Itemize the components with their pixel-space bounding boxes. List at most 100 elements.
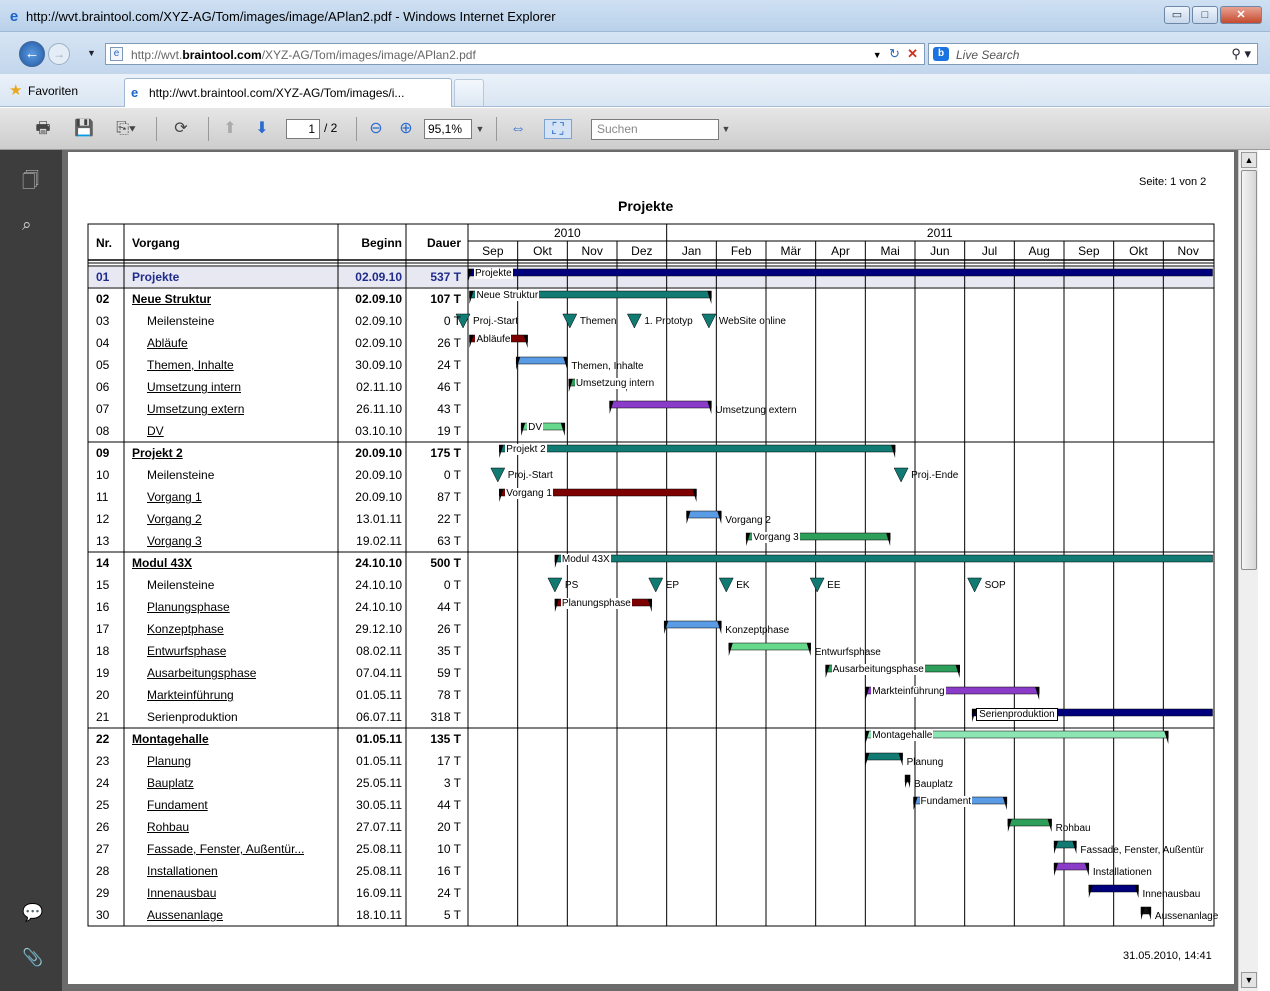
maximize-button[interactable]: □ [1192,6,1218,24]
zoom-out-icon[interactable]: ⊖ [366,119,386,139]
milestone-marker [648,577,664,593]
gantt-bar [1053,862,1090,871]
row-vorgang: Abläufe [147,336,188,350]
row-nr: 16 [96,600,110,614]
row-nr: 26 [96,820,110,834]
row-nr: 12 [96,512,110,526]
row-vorgang: Montagehalle [132,732,209,746]
page-number-input[interactable]: 1 [286,119,320,139]
acrobat-icon[interactable]: ⟳ [166,119,196,139]
bar-label: Neue Struktur [475,290,540,301]
bar-label: DV [527,422,544,433]
row-nr: 20 [96,688,110,702]
zoom-dropdown-icon[interactable]: ▼ [474,119,486,139]
row-vorgang: Modul 43X [132,556,193,570]
share-icon[interactable]: ⎘▾ [108,119,144,139]
row-vorgang: Konzeptphase [147,622,224,636]
row-vorgang: Bauplatz [147,776,194,790]
fit-page-icon[interactable]: ⛶ [544,119,572,139]
refresh-icon[interactable]: ↻ [889,46,900,61]
back-button[interactable]: ← [19,41,45,67]
favorites-button[interactable]: Favoriten [28,84,78,98]
bar-label: Planung [906,757,944,768]
row-dauer: 10 T [437,842,461,856]
row-dauer: 35 T [437,644,461,658]
next-page-icon[interactable]: ⬇ [250,119,274,139]
row-nr: 24 [96,776,110,790]
milestone-label: Themen [579,316,617,327]
stop-icon[interactable]: ✕ [907,46,918,61]
comments-icon[interactable]: 💬 [22,903,43,923]
year-label: 2011 [926,226,953,240]
close-window-button[interactable]: ✕ [1220,6,1262,24]
minimize-button[interactable]: ▭ [1164,6,1190,24]
fit-width-icon[interactable]: ⇔ [506,119,530,139]
row-dauer: 16 T [437,864,461,878]
search-placeholder[interactable]: Live Search [956,48,1019,62]
row-dauer: 318 T [430,710,461,724]
previous-page-icon[interactable]: ⬆ [218,119,242,139]
row-vorgang: Umsetzung extern [147,402,245,416]
forward-button[interactable]: → [48,43,70,65]
bar-label: Fassade, Fenster, Außentür [1080,845,1204,856]
browser-tab-active[interactable]: e http://wvt.braintool.com/XYZ-AG/Tom/im… [124,78,452,107]
gantt-bar [686,510,722,519]
row-dauer: 19 T [437,424,461,438]
row-dauer: 0 T [443,468,461,482]
scroll-down-button[interactable]: ▼ [1241,972,1257,988]
search-box[interactable]: b Live Search ⚲ ▾ [928,43,1258,65]
save-icon[interactable]: 💾 [72,119,96,139]
vertical-scrollbar[interactable]: ▲ ▼ [1238,150,1258,991]
row-nr: 07 [96,402,110,416]
bar-label: Umsetzung intern [574,378,656,389]
row-vorgang: Vorgang 3 [147,534,202,548]
address-text[interactable]: http://wvt.braintool.com/XYZ-AG/Tom/imag… [131,48,476,62]
row-nr: 23 [96,754,110,768]
bar-label: Umsetzung extern [715,405,797,416]
pages-panel-icon[interactable]: 🗍 [22,168,39,197]
row-nr: 19 [96,666,110,680]
favorites-star-icon[interactable]: ★ [9,83,22,98]
print-icon[interactable]: 🖶 [30,119,56,139]
toolbar-separator [208,117,209,141]
address-bar[interactable]: e http://wvt.braintool.com/XYZ-AG/Tom/im… [105,43,925,65]
row-vorgang: Umsetzung intern [147,380,242,394]
recent-pages-dropdown-icon[interactable]: ▼ [87,48,96,58]
pdf-toolbar: 🖶 💾 ⎘▾ ⟳ ⬆ ⬇ 1 / 2 ⊖ ⊕ 95,1% ▼ ⇔ ⛶ Suche… [0,108,1270,150]
search-icon[interactable]: ⚲ ▾ [1231,46,1251,62]
bar-label: Planungsphase [560,598,632,609]
row-vorgang: Planung [147,754,192,768]
row-dauer: 26 T [437,336,461,350]
scroll-up-button[interactable]: ▲ [1241,152,1257,168]
attachments-icon[interactable]: 📎 [22,948,43,968]
bar-label: Projekte [474,268,513,279]
row-nr: 18 [96,644,110,658]
bar-label: Installationen [1092,867,1152,878]
row-nr: 01 [96,270,110,284]
bar-label: Rohbau [1055,823,1091,834]
scroll-thumb[interactable] [1241,170,1257,570]
zoom-input[interactable]: 95,1% [424,119,472,139]
row-dauer: 24 T [437,886,461,900]
milestone-marker [809,577,825,593]
reader-side-panel: 🗍 ⌕ 💬 📎 [0,150,62,991]
binoculars-icon[interactable]: ⌕ [22,215,32,235]
bar-label: Markteinführung [871,686,946,697]
row-nr: 04 [96,336,110,350]
address-dropdown-icon[interactable]: ▼ [873,50,882,60]
window-title-bar: e http://wvt.braintool.com/XYZ-AG/Tom/im… [0,0,1270,32]
row-dauer: 44 T [437,798,461,812]
find-dropdown-icon[interactable]: ▼ [720,119,732,139]
header-vorgang: Vorgang [132,236,180,250]
row-nr: 15 [96,578,110,592]
row-nr: 27 [96,842,110,856]
bar-label: Ausarbeitungsphase [831,664,925,675]
new-tab-button[interactable] [454,79,484,106]
zoom-in-icon[interactable]: ⊕ [396,119,416,139]
row-dauer: 46 T [437,380,461,394]
row-vorgang: Markteinführung [147,688,234,702]
row-dauer: 0 T [443,314,461,328]
find-input[interactable]: Suchen [591,119,719,140]
row-vorgang: Projekt 2 [132,446,183,460]
row-vorgang: Neue Struktur [132,292,212,306]
